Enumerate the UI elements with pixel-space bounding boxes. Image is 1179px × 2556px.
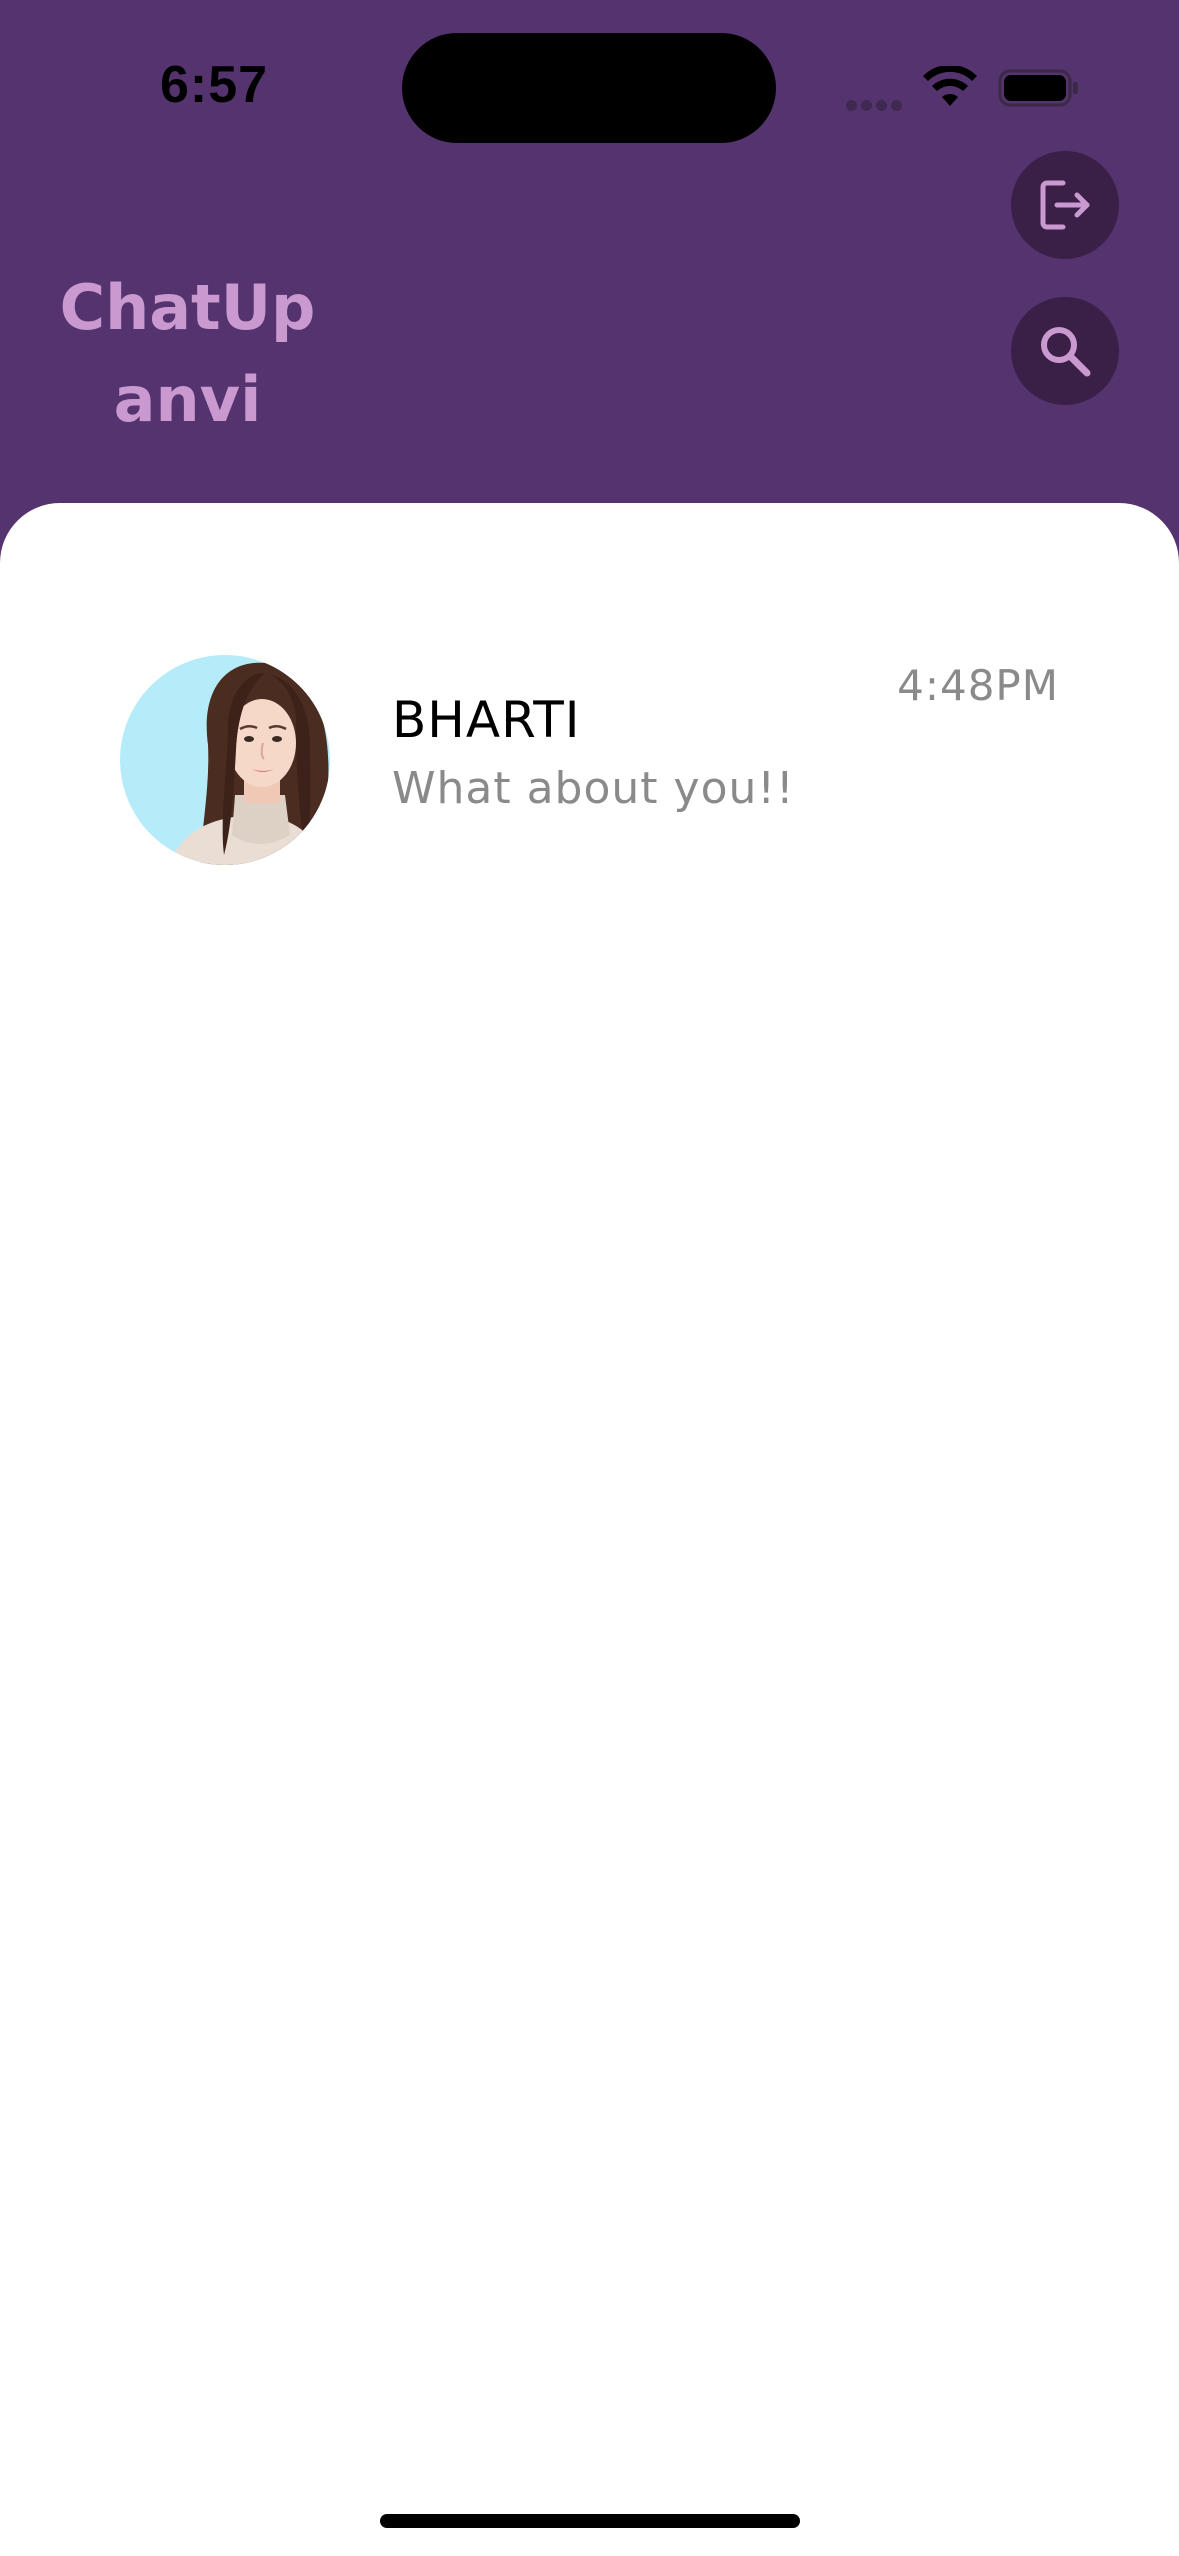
- contact-avatar[interactable]: [120, 655, 330, 865]
- header-title: ChatUp anvi: [40, 262, 335, 446]
- chat-list-item[interactable]: BHARTI What about you!! 4:48PM: [0, 643, 1179, 865]
- user-name: anvi: [113, 363, 262, 436]
- wifi-icon: [923, 66, 977, 106]
- home-indicator[interactable]: [380, 2514, 800, 2528]
- status-bar: 6:57: [0, 0, 1179, 180]
- app-name: ChatUp: [59, 271, 316, 344]
- contact-name: BHARTI: [392, 691, 581, 749]
- search-icon: [1041, 327, 1091, 377]
- signal-dots-icon: [846, 96, 906, 111]
- battery-icon: [998, 69, 1078, 107]
- logout-icon: [1040, 180, 1090, 230]
- avatar-photo: [120, 655, 330, 865]
- search-button[interactable]: [1011, 297, 1119, 405]
- status-time: 6:57: [160, 56, 269, 114]
- chat-list-panel: BHARTI What about you!! 4:48PM: [0, 503, 1179, 2556]
- dynamic-island: [402, 33, 776, 143]
- last-message-preview: What about you!!: [392, 763, 795, 814]
- logout-button[interactable]: [1011, 151, 1119, 259]
- message-time: 4:48PM: [897, 661, 1059, 710]
